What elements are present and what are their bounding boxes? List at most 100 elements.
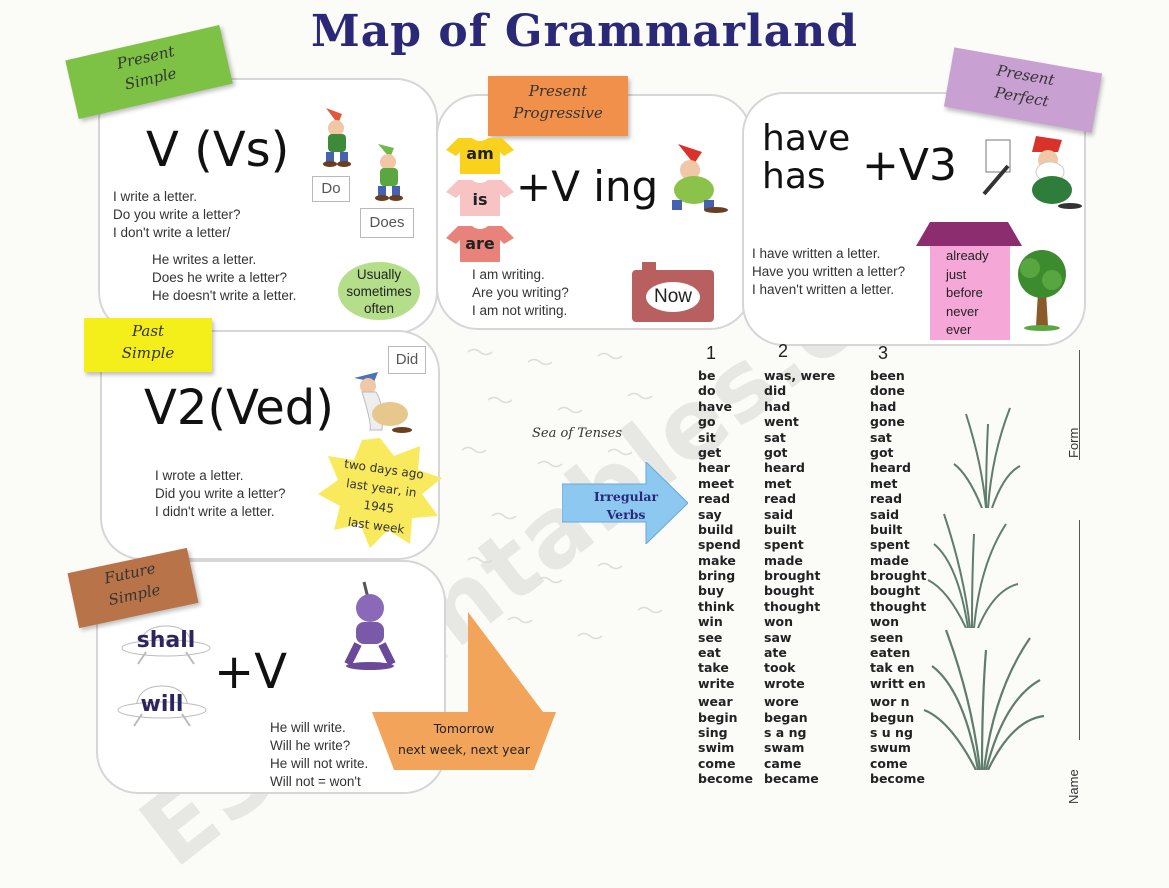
grass-icon bbox=[927, 513, 1019, 628]
present-progressive-tag: Present Progressive bbox=[488, 76, 628, 136]
verb-cell: thought bbox=[764, 598, 821, 614]
verb-cell: hear bbox=[698, 460, 730, 476]
verb-cell: swum bbox=[870, 740, 911, 756]
verb-cell: became bbox=[764, 771, 819, 787]
verb-cell: wrote bbox=[764, 675, 805, 691]
verb-row: say said said bbox=[698, 507, 938, 522]
verb-cell: see bbox=[698, 629, 723, 645]
sea-label: Sea of Tenses bbox=[532, 426, 623, 441]
verb-cell: made bbox=[764, 552, 803, 568]
verb-cell: read bbox=[764, 491, 797, 507]
col-header-1: 1 bbox=[706, 343, 717, 363]
verb-row: get got got bbox=[698, 445, 938, 460]
verb-cell: take bbox=[698, 660, 729, 676]
house-words: already just before never ever bbox=[930, 246, 1010, 340]
verb-cell: eaten bbox=[870, 645, 911, 661]
present-progressive-examples: I am writing. Are you writing? I am not … bbox=[472, 267, 569, 318]
shirt-is: is bbox=[446, 178, 514, 218]
verb-cell: was, were bbox=[764, 368, 836, 383]
verb-cell: gone bbox=[870, 414, 905, 430]
irregular-verb-table: be was, were been do did done have had had go went… bbox=[698, 368, 938, 787]
verb-row: sit sat sat bbox=[698, 430, 938, 445]
verb-cell: spend bbox=[698, 537, 741, 553]
verb-cell: have bbox=[698, 398, 732, 414]
past-simple-tag: Past Simple bbox=[84, 318, 212, 372]
verb-cell: had bbox=[764, 398, 791, 414]
name-line bbox=[1079, 520, 1080, 740]
adverbs-oval: Usually sometimes often bbox=[338, 262, 420, 320]
verb-row: build built built bbox=[698, 522, 938, 537]
verb-row: read read read bbox=[698, 491, 938, 506]
verb-cell: sit bbox=[698, 429, 716, 445]
verb-cell: said bbox=[870, 506, 900, 522]
verb-cell: swim bbox=[698, 740, 735, 756]
verb-cell: met bbox=[764, 475, 792, 491]
irregular-verbs-label: Irregular Verbs bbox=[593, 489, 659, 522]
verb-cell: sing bbox=[698, 724, 728, 740]
verb-cell: eat bbox=[698, 645, 721, 661]
verb-cell: began bbox=[764, 709, 808, 725]
verb-row: become became become bbox=[698, 771, 938, 786]
pen-icon bbox=[982, 139, 1011, 196]
now-sign: Now bbox=[632, 262, 714, 322]
verb-cell: writt en bbox=[870, 675, 926, 691]
verb-cell: come bbox=[870, 755, 908, 771]
verb-cell: came bbox=[764, 755, 802, 771]
gnome-icon bbox=[375, 144, 403, 201]
verb-row: make made made bbox=[698, 553, 938, 568]
verb-cell: bought bbox=[764, 583, 815, 599]
do-box: Do bbox=[312, 176, 350, 202]
verb-cell: wor n bbox=[870, 694, 910, 710]
verb-row: think thought thought bbox=[698, 599, 938, 614]
santa-icon bbox=[1032, 136, 1082, 209]
verb-row: come came come bbox=[698, 756, 938, 771]
verb-cell: got bbox=[870, 444, 894, 460]
verb-cell: buy bbox=[698, 583, 724, 599]
verb-cell: tak en bbox=[870, 660, 915, 676]
verb-cell: spent bbox=[870, 537, 910, 553]
present-perfect-examples: I have written a letter. Have you writte… bbox=[752, 246, 906, 297]
verb-cell: begun bbox=[870, 709, 915, 725]
old-man-icon bbox=[354, 372, 412, 433]
verb-cell: seen bbox=[870, 629, 904, 645]
boat-hull: Tomorrow next week, next year bbox=[372, 712, 556, 770]
future-simple-formula: +V bbox=[214, 644, 288, 700]
shirt-am: am bbox=[446, 136, 514, 176]
robot-icon bbox=[344, 581, 396, 670]
gnome-icon bbox=[672, 144, 728, 213]
verb-cell: build bbox=[698, 521, 734, 537]
verb-cell: wore bbox=[764, 694, 799, 710]
verb-cell: spent bbox=[764, 537, 804, 553]
past-simple-formula: V2(Ved) bbox=[144, 380, 334, 436]
does-box: Does bbox=[360, 208, 414, 238]
house-roof-icon bbox=[916, 222, 1022, 246]
verb-cell: thought bbox=[870, 598, 927, 614]
verb-cell: do bbox=[698, 383, 716, 399]
verb-row: have had had bbox=[698, 399, 938, 414]
past-simple-examples: I wrote a letter. Did you write a letter… bbox=[155, 468, 286, 519]
verb-cell: heard bbox=[870, 460, 911, 476]
verb-row: take took tak en bbox=[698, 660, 938, 675]
name-label: Name bbox=[1066, 769, 1081, 804]
shirt-are: are bbox=[446, 224, 514, 264]
have-has: have has bbox=[762, 118, 851, 197]
present-simple-examples-i: I write a letter. Do you write a letter?… bbox=[113, 189, 241, 240]
gnome-icon bbox=[323, 108, 351, 167]
verb-cell: bring bbox=[698, 568, 736, 584]
verb-cell: built bbox=[764, 521, 797, 537]
verb-cell: swam bbox=[764, 740, 805, 756]
verb-cell: went bbox=[764, 414, 799, 430]
verb-cell: be bbox=[698, 368, 716, 383]
verb-cell: win bbox=[698, 614, 723, 630]
verb-cell: took bbox=[764, 660, 796, 676]
will-label: will bbox=[140, 692, 184, 717]
verb-row: buy bought bought bbox=[698, 583, 938, 598]
col-header-2: 2 bbox=[778, 341, 789, 361]
verb-cell: saw bbox=[764, 629, 792, 645]
shall-label: shall bbox=[136, 628, 196, 653]
verb-row: spend spent spent bbox=[698, 537, 938, 552]
verb-cell: say bbox=[698, 506, 722, 522]
verb-row: eat ate eaten bbox=[698, 645, 938, 660]
verb-cell: s a ng bbox=[764, 724, 807, 740]
verb-row: wear wore wor n bbox=[698, 694, 938, 709]
